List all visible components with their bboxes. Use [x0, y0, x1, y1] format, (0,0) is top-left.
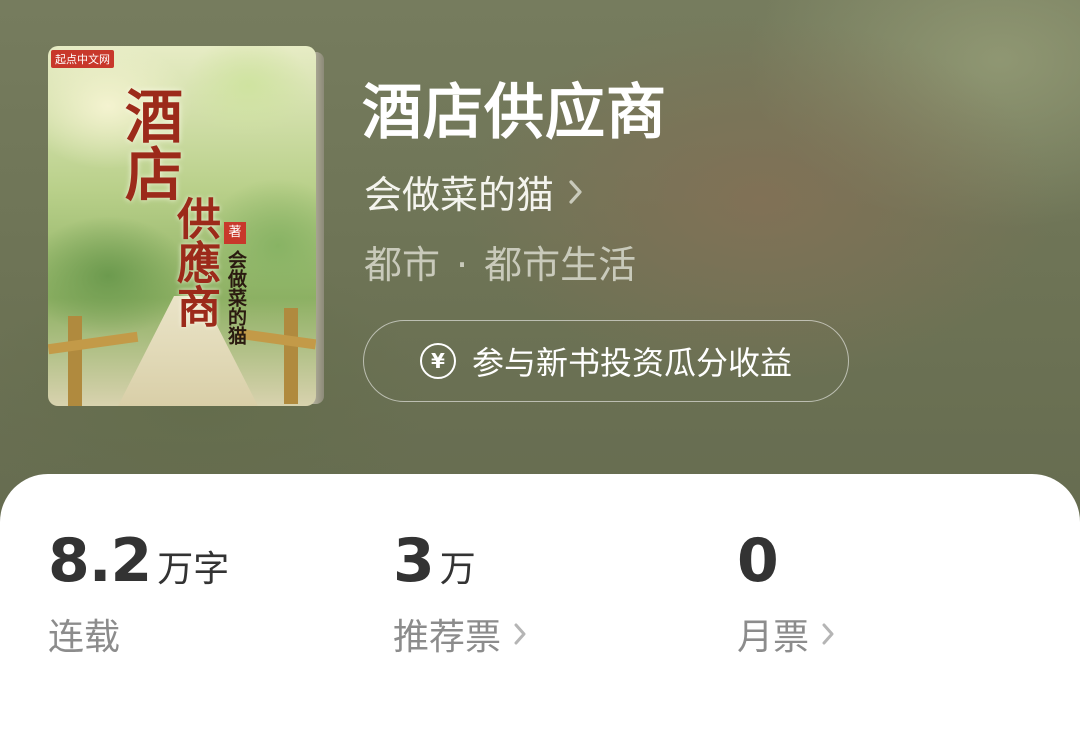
- recommend-votes-value: 3: [393, 526, 435, 596]
- cover-railing-left: [68, 316, 82, 406]
- stat-recommend-votes[interactable]: 3万 推荐票: [393, 526, 526, 658]
- cover-author-text: 会做菜的猫: [225, 250, 247, 345]
- cover-publisher-tag: 起点中文网: [51, 50, 114, 68]
- stats-card: 8.2 万字 连载 3万 推荐票 0 月票: [0, 474, 1080, 734]
- book-title: 酒店供应商: [362, 78, 667, 148]
- invest-button-label: 参与新书投资瓜分收益: [471, 344, 792, 382]
- stat-word-count: 8.2 万字 连载: [48, 526, 230, 658]
- cover-zhu-seal: 著: [224, 222, 246, 244]
- stat-monthly-votes[interactable]: 0 月票: [737, 526, 834, 658]
- book-cover[interactable]: 起点中文网 酒店 供應商 著 会做菜的猫: [48, 46, 324, 406]
- cover-title-main: 酒店: [115, 86, 183, 202]
- monthly-votes-value: 0: [737, 526, 779, 596]
- genre-separator: ·: [456, 243, 469, 287]
- word-count-unit: 万字: [157, 549, 230, 590]
- yen-coin-icon: ¥: [419, 343, 456, 379]
- recommend-votes-label: 推荐票: [393, 608, 527, 660]
- chevron-right-icon: [568, 170, 584, 214]
- recommend-votes-unit: 万: [439, 549, 476, 590]
- chevron-right-icon: [821, 614, 835, 655]
- invest-button[interactable]: ¥ 参与新书投资瓜分收益: [363, 320, 849, 402]
- cover-image: 起点中文网 酒店 供應商 著 会做菜的猫: [48, 46, 316, 406]
- author-name: 会做菜的猫: [364, 173, 555, 217]
- genre-sub[interactable]: 都市生活: [484, 243, 636, 287]
- genre-main[interactable]: 都市: [364, 243, 440, 287]
- cover-railing-right: [284, 308, 298, 404]
- word-count-value: 8.2: [48, 526, 152, 596]
- monthly-votes-label: 月票: [737, 608, 835, 660]
- monthly-votes-text: 月票: [737, 617, 810, 658]
- cover-railing-left-bar: [48, 331, 139, 355]
- recommend-votes-text: 推荐票: [393, 617, 502, 658]
- serial-status: 连载: [48, 617, 121, 658]
- chevron-right-icon: [513, 614, 527, 655]
- author-link[interactable]: 会做菜的猫: [364, 164, 584, 219]
- cover-subtitle-text: 供應商: [169, 196, 220, 328]
- word-count-label: 连载: [48, 608, 120, 660]
- cover-title-text: 酒店: [115, 86, 200, 202]
- genre-row: 都市 · 都市生活: [364, 234, 636, 289]
